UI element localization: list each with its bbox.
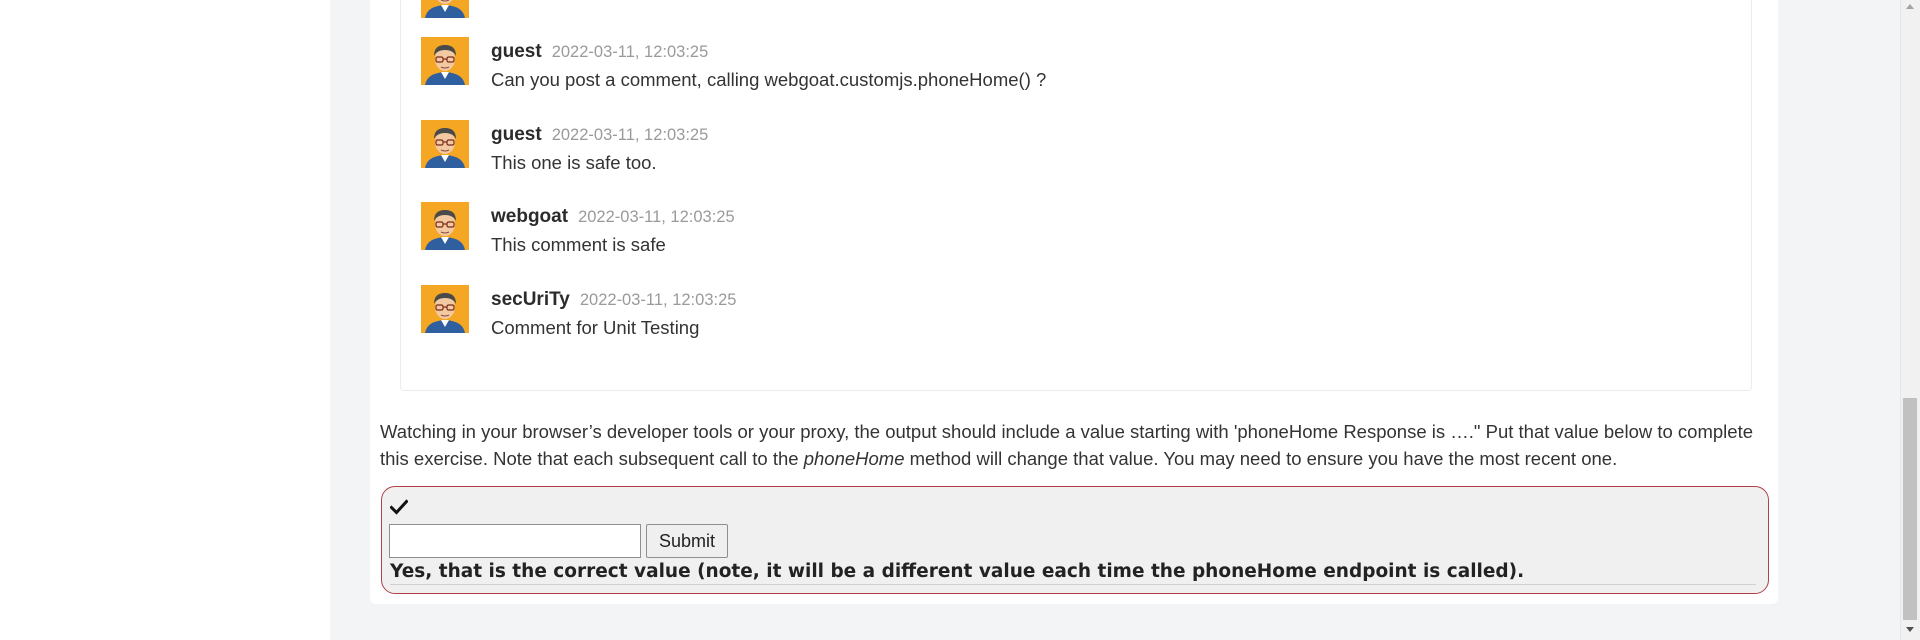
scroll-down-arrow-icon[interactable]	[1906, 627, 1914, 632]
left-gutter	[0, 0, 330, 640]
comment-author: guest	[491, 41, 542, 62]
comment-timestamp: 2022-03-11, 12:03:25	[579, 291, 737, 309]
comment-author: webgoat	[491, 206, 569, 227]
comment-timestamp: 2022-03-11, 12:03:25	[551, 126, 709, 144]
avatar-icon	[421, 202, 469, 250]
comment-text: Comment for Unit Testing	[491, 317, 700, 338]
comment-timestamp: 2022-03-11, 12:03:25	[551, 43, 709, 61]
avatar-icon	[421, 120, 469, 168]
avatar-icon	[421, 285, 469, 333]
comment-timestamp: 2022-03-11, 12:03:25	[578, 208, 735, 226]
scroll-up-arrow-icon[interactable]	[1906, 4, 1914, 9]
lesson-instructions: Watching in your browser’s developer too…	[380, 418, 1770, 472]
comment-text: This one is safe too.	[491, 152, 657, 173]
instructions-method-name: phoneHome	[803, 448, 905, 469]
comment-text: Can you post a comment, calling webgoat.…	[491, 69, 1047, 90]
assignment-form: Submit Yes, that is the correct value (n…	[381, 486, 1769, 594]
comment-item: guest 2022-03-11, 12:03:25 This one is sa…	[421, 120, 1421, 180]
check-icon	[390, 499, 408, 515]
answer-input[interactable]	[389, 524, 641, 558]
comment-author: secUriTy	[491, 289, 570, 310]
comment-item: webgoat 2022-03-11, 12:03:25 This comment…	[421, 202, 1421, 262]
avatar-icon	[421, 0, 469, 18]
comment-text: This comment is safe	[491, 234, 666, 255]
instructions-text-2: method will change that value. You may n…	[904, 448, 1618, 469]
comment-item: guest 2022-03-11, 12:03:25 Can you post a…	[421, 37, 1421, 97]
avatar-icon	[421, 37, 469, 85]
feedback-message: Yes, that is the correct value (note, it…	[390, 561, 1756, 585]
comment-item: secUriTy 2022-03-11, 12:03:25 Comment for…	[421, 285, 1421, 345]
scrollbar-thumb[interactable]	[1903, 398, 1917, 620]
submit-button[interactable]: Submit	[646, 524, 728, 558]
comment-item	[421, 0, 1421, 30]
comment-author: guest	[491, 124, 542, 145]
